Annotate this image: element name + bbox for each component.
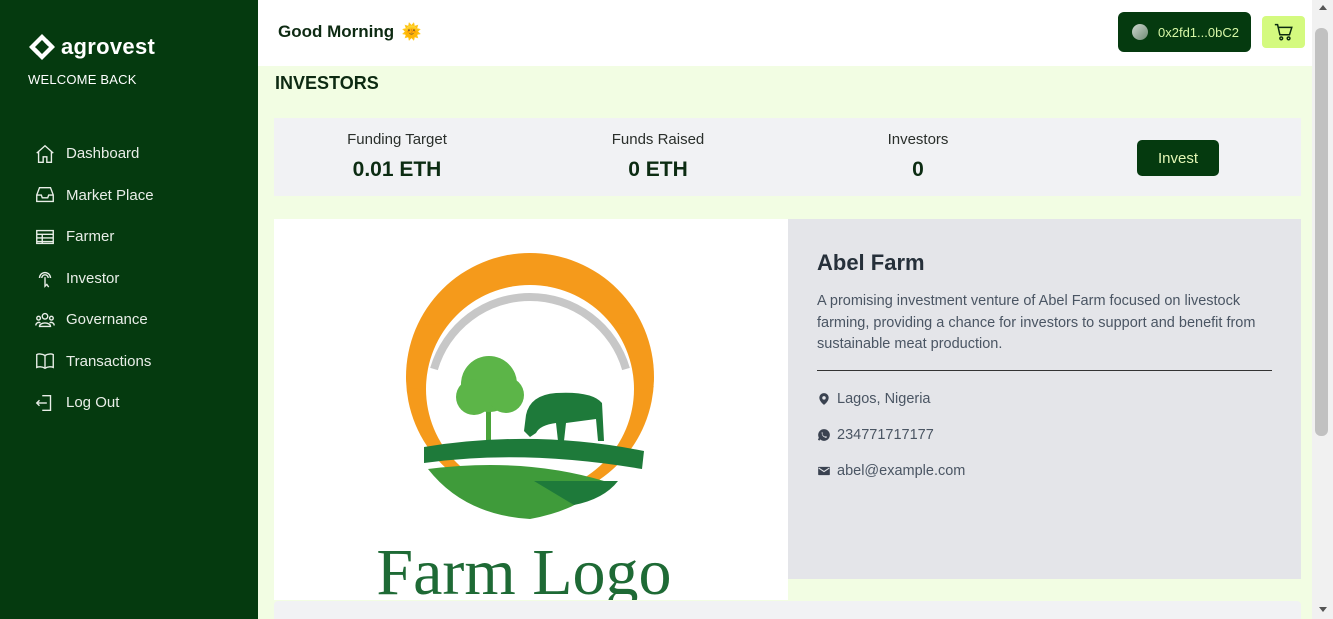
- farm-description: A promising investment venture of Abel F…: [817, 293, 1256, 352]
- welcome-text: WELCOME BACK: [28, 72, 137, 87]
- sidebar-item-farmer[interactable]: Farmer: [34, 216, 154, 258]
- farm-details: Abel Farm A promising investment venture…: [788, 219, 1301, 579]
- cart-icon: [1274, 23, 1293, 41]
- stat-label: Funding Target: [347, 131, 447, 148]
- wallet-avatar: [1132, 24, 1148, 40]
- farm-name: Abel Farm: [817, 250, 925, 275]
- invest-button[interactable]: Invest: [1137, 140, 1219, 176]
- location-text: Lagos, Nigeria: [837, 391, 931, 407]
- stat-label: Investors: [887, 131, 949, 148]
- stat-value: 0: [912, 158, 924, 181]
- table-icon: [36, 229, 54, 244]
- brand[interactable]: agrovest: [27, 32, 155, 62]
- sidebar-item-governance[interactable]: Governance: [34, 299, 154, 341]
- sidebar-item-market-place[interactable]: Market Place: [34, 175, 154, 217]
- pointer-icon: [38, 272, 52, 289]
- stat-funding-target: Funding Target 0.01 ETH: [287, 131, 507, 182]
- greeting: Good Morning 🌞: [278, 22, 422, 42]
- sidebar-item-label: Dashboard: [66, 145, 140, 163]
- farm-image: Farm Logo: [274, 219, 788, 600]
- phone-text: 234771717177: [837, 427, 934, 443]
- sidebar-item-label: Governance: [66, 311, 148, 329]
- sidebar-item-investor[interactable]: Investor: [34, 258, 154, 300]
- sidebar-item-label: Market Place: [66, 186, 154, 204]
- scrollbar[interactable]: [1312, 0, 1333, 619]
- stat-value: 0 ETH: [628, 158, 688, 181]
- location-pin-icon: [819, 393, 829, 405]
- users-icon: [35, 312, 55, 327]
- agrovest-logo-icon: [29, 34, 55, 60]
- brand-name: agrovest: [61, 34, 156, 59]
- page-title: INVESTORS: [275, 73, 379, 93]
- sidebar-item-transactions[interactable]: Transactions: [34, 341, 154, 383]
- sidebar-nav: Dashboard Market Place Farmer Investor G…: [34, 133, 154, 424]
- sidebar-item-label: Investor: [66, 269, 120, 287]
- logout-icon: [35, 394, 52, 411]
- funding-stats: Funding Target 0.01 ETH Funds Raised 0 E…: [274, 118, 1301, 196]
- email-text: abel@example.com: [837, 463, 966, 479]
- divider: [817, 370, 1272, 371]
- greeting-text: Good Morning: [278, 22, 395, 41]
- sidebar-item-log-out[interactable]: Log Out: [34, 382, 154, 424]
- top-header: Good Morning 🌞 0x2fd1...0bC2: [258, 0, 1312, 66]
- wallet-address: 0x2fd1...0bC2: [1158, 24, 1239, 40]
- sidebar: agrovest WELCOME BACK Dashboard Market P…: [0, 0, 258, 619]
- home-icon: [36, 144, 54, 163]
- farm-email: abel@example.com: [817, 463, 965, 479]
- sidebar-item-label: Transactions: [66, 352, 152, 370]
- farm-logo-text: Farm Logo: [376, 536, 671, 600]
- sidebar-item-label: Farmer: [66, 228, 115, 246]
- cart-button[interactable]: [1262, 16, 1305, 48]
- next-section-card: [274, 601, 1301, 619]
- sun-icon: 🌞: [401, 24, 422, 41]
- stat-label: Funds Raised: [611, 131, 705, 148]
- sidebar-item-label: Log Out: [66, 394, 120, 412]
- scroll-up-arrow-icon[interactable]: [1319, 5, 1327, 10]
- farm-phone: 234771717177: [817, 427, 934, 443]
- whatsapp-icon: [817, 429, 830, 441]
- mail-icon: [818, 466, 830, 476]
- inbox-icon: [36, 187, 54, 203]
- farm-location: Lagos, Nigeria: [817, 391, 931, 407]
- wallet-button[interactable]: 0x2fd1...0bC2: [1118, 12, 1251, 52]
- farm-logo-image: Farm Logo: [376, 253, 672, 600]
- book-icon: [36, 353, 54, 370]
- stat-funds-raised: Funds Raised 0 ETH: [548, 131, 768, 182]
- stat-value: 0.01 ETH: [352, 158, 442, 181]
- sidebar-item-dashboard[interactable]: Dashboard: [34, 133, 154, 175]
- scroll-thumb[interactable]: [1315, 28, 1328, 436]
- scroll-down-arrow-icon[interactable]: [1319, 607, 1327, 612]
- stat-investors: Investors 0: [808, 131, 1028, 182]
